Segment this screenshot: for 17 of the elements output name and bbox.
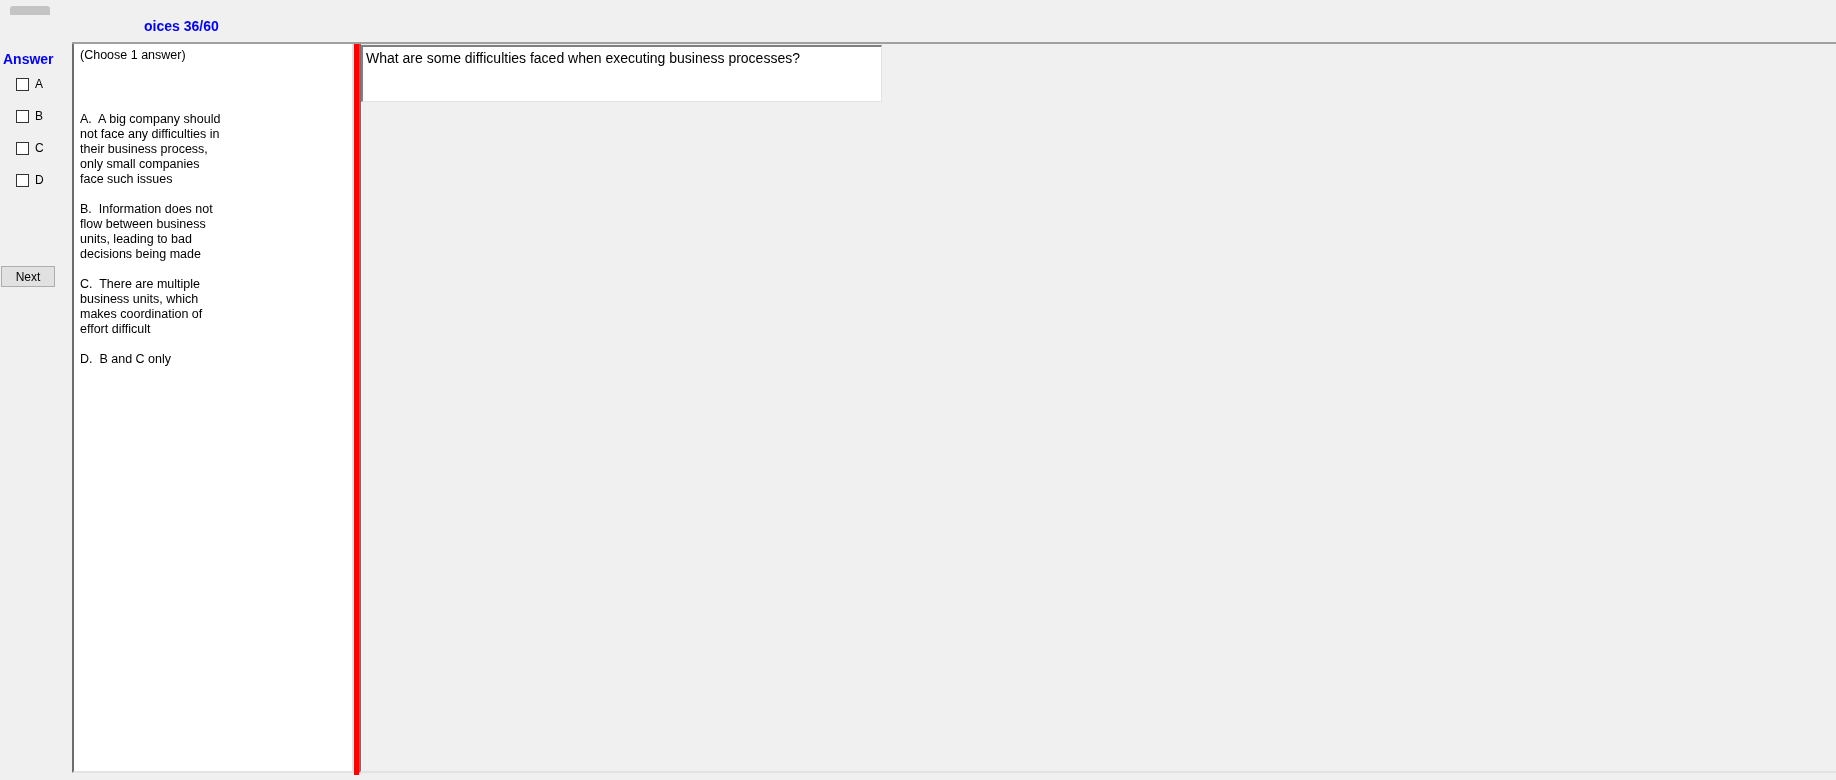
checkbox[interactable] [16,141,29,155]
question-text-box: What are some difficulties faced when executing business processes? [361,45,882,102]
next-button[interactable]: Next [1,266,55,287]
choice-label[interactable]: C [35,141,44,155]
instruction-text: (Choose 1 answer) [80,48,186,63]
choice-label[interactable]: B [35,109,43,123]
answer-heading: Answer [3,50,54,68]
choice-label[interactable]: A [35,77,43,91]
option-text: C. There are multiple business units, which makes coordination of effort difficult [80,277,204,337]
option-text: D. B and C only [80,352,172,367]
checkbox[interactable] [16,173,29,187]
checkbox[interactable] [16,109,29,123]
option-text: B. Information does not flow between business units, leading to bad decisions being made [80,202,214,262]
checkbox[interactable] [16,77,29,91]
question-counter: oices 36/60 [144,18,219,35]
choice-label[interactable]: D [35,173,44,187]
option-text: A. A big company should not face any difficulties in their business process, only small companies face such issues [80,112,222,187]
